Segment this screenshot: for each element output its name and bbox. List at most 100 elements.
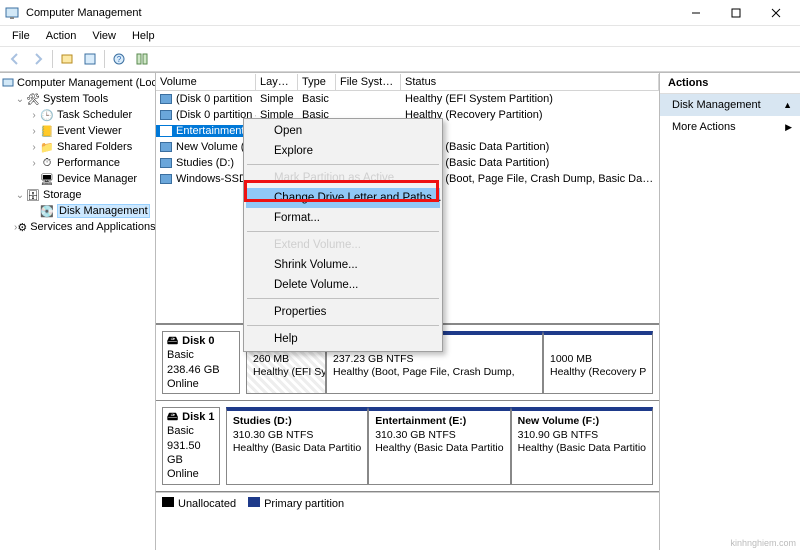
part-size: 310.30 GB NTFS (375, 429, 503, 443)
part-status: Healthy (Boot, Page File, Crash Dump, (333, 366, 536, 380)
volume-icon (160, 126, 172, 136)
legend-label: Unallocated (178, 498, 236, 510)
legend: Unallocated Primary partition (156, 492, 659, 514)
watermark: kinhnghiem.com (730, 538, 796, 548)
volume-icon (160, 94, 172, 104)
forward-button[interactable] (27, 48, 49, 70)
tree-label: Task Scheduler (57, 109, 132, 121)
menu-file[interactable]: File (6, 29, 36, 43)
expand-icon[interactable]: ⌄ (14, 94, 26, 105)
disk-state: Online (167, 377, 235, 391)
expand-icon[interactable]: › (28, 110, 40, 121)
context-menu[interactable]: Open Explore Mark Partition as Active Ch… (243, 118, 443, 352)
tree-label: Device Manager (57, 173, 137, 185)
partition[interactable]: 1000 MB Healthy (Recovery P (543, 331, 653, 394)
actions-disk-management[interactable]: Disk Management ▲ (660, 94, 800, 116)
partition[interactable]: New Volume (F:) 310.90 GB NTFS Healthy (… (511, 407, 653, 484)
back-button[interactable] (4, 48, 26, 70)
menu-action[interactable]: Action (40, 29, 83, 43)
cm-change-drive-letter[interactable]: Change Drive Letter and Paths... (246, 188, 440, 208)
disk-map: 🖴Disk 0 Basic 238.46 GB Online 260 MB He… (156, 323, 659, 550)
cm-delete[interactable]: Delete Volume... (246, 275, 440, 295)
close-button[interactable] (756, 0, 796, 26)
disk-title: Disk 1 (182, 410, 214, 424)
cm-properties[interactable]: Properties (246, 302, 440, 322)
disk-size: 238.46 GB (167, 363, 235, 377)
tree-shared-folders[interactable]: › 📁 Shared Folders (0, 139, 155, 155)
disk-title: Disk 0 (182, 334, 214, 348)
storage-icon: 🗄 (26, 188, 40, 202)
cm-explore[interactable]: Explore (246, 141, 440, 161)
col-status[interactable]: Status (401, 74, 659, 90)
part-name: Studies (D:) (233, 415, 361, 429)
minimize-button[interactable] (676, 0, 716, 26)
tree-label: Services and Applications (30, 221, 155, 233)
part-size: 310.90 GB NTFS (518, 429, 646, 443)
disk-label[interactable]: 🖴Disk 1 Basic 931.50 GB Online (162, 407, 220, 484)
volume-icon (160, 110, 172, 120)
cm-help[interactable]: Help (246, 329, 440, 349)
volume-list-header[interactable]: Volume Layout Type File System Status (156, 73, 659, 91)
disk-label[interactable]: 🖴Disk 0 Basic 238.46 GB Online (162, 331, 240, 394)
disk-state: Online (167, 467, 215, 481)
expand-icon[interactable]: › (28, 126, 40, 137)
part-size: 1000 MB (550, 353, 646, 367)
col-type[interactable]: Type (298, 74, 336, 90)
tree-performance[interactable]: › ⏱ Performance (0, 155, 155, 171)
svg-text:?: ? (117, 55, 122, 64)
col-filesystem[interactable]: File System (336, 74, 401, 90)
volume-row[interactable]: (Disk 0 partition 1) Simple Basic Health… (156, 91, 659, 107)
toolbar-icon-4[interactable] (131, 48, 153, 70)
menubar: File Action View Help (0, 26, 800, 46)
col-layout[interactable]: Layout (256, 74, 298, 90)
partition[interactable]: Entertainment (E:) 310.30 GB NTFS Health… (368, 407, 510, 484)
tree-device-manager[interactable]: 🖥 Device Manager (0, 171, 155, 187)
part-status: Healthy (Basic Data Partitio (375, 442, 503, 456)
cm-open[interactable]: Open (246, 121, 440, 141)
actions-label: More Actions (672, 121, 736, 133)
actions-more[interactable]: More Actions ▶ (660, 116, 800, 138)
tree-label: Event Viewer (57, 125, 122, 137)
toolbar-icon-2[interactable] (79, 48, 101, 70)
tree-label: System Tools (43, 93, 108, 105)
partition[interactable]: Studies (D:) 310.30 GB NTFS Healthy (Bas… (226, 407, 368, 484)
tree-storage[interactable]: ⌄ 🗄 Storage (0, 187, 155, 203)
window-title: Computer Management (26, 7, 142, 19)
cm-shrink[interactable]: Shrink Volume... (246, 255, 440, 275)
maximize-button[interactable] (716, 0, 756, 26)
cell: Basic (298, 93, 336, 105)
tree-label: Performance (57, 157, 120, 169)
nav-tree[interactable]: Computer Management (Local) ⌄ 🛠 System T… (0, 73, 156, 550)
actions-label: Disk Management (672, 99, 761, 111)
volume-icon (160, 158, 172, 168)
actions-heading: Actions (660, 73, 800, 94)
tree-event-viewer[interactable]: › 📒 Event Viewer (0, 123, 155, 139)
help-toolbar-button[interactable]: ? (108, 48, 130, 70)
app-icon (4, 5, 20, 21)
menu-view[interactable]: View (86, 29, 122, 43)
legend-swatch-unallocated (162, 497, 174, 507)
part-status: Healthy (EFI Sys (253, 366, 319, 380)
tree-services-apps[interactable]: › ⚙ Services and Applications (0, 219, 155, 235)
tree-system-tools[interactable]: ⌄ 🛠 System Tools (0, 91, 155, 107)
menu-help[interactable]: Help (126, 29, 161, 43)
toolbar-icon-1[interactable] (56, 48, 78, 70)
col-volume[interactable]: Volume (156, 74, 256, 90)
cm-format[interactable]: Format... (246, 208, 440, 228)
expand-icon[interactable]: ⌄ (14, 190, 26, 201)
disk-1[interactable]: 🖴Disk 1 Basic 931.50 GB Online Studies (… (156, 401, 659, 491)
toolbar: ? (0, 46, 800, 72)
cell: Simple (256, 93, 298, 105)
volume-name: Studies (D:) (176, 157, 234, 169)
tree-disk-management[interactable]: 💽 Disk Management (0, 203, 155, 219)
cell: Healthy (EFI System Partition) (401, 93, 659, 105)
disk-drive-icon: 🖴 (167, 410, 178, 424)
part-size: 310.30 GB NTFS (233, 429, 361, 443)
disk-type: Basic (167, 424, 215, 438)
titlebar: Computer Management (0, 0, 800, 26)
tree-root[interactable]: Computer Management (Local) (0, 75, 155, 91)
expand-icon[interactable]: › (28, 158, 40, 169)
volume-icon (160, 174, 172, 184)
tree-task-scheduler[interactable]: › 🕒 Task Scheduler (0, 107, 155, 123)
expand-icon[interactable]: › (28, 142, 40, 153)
